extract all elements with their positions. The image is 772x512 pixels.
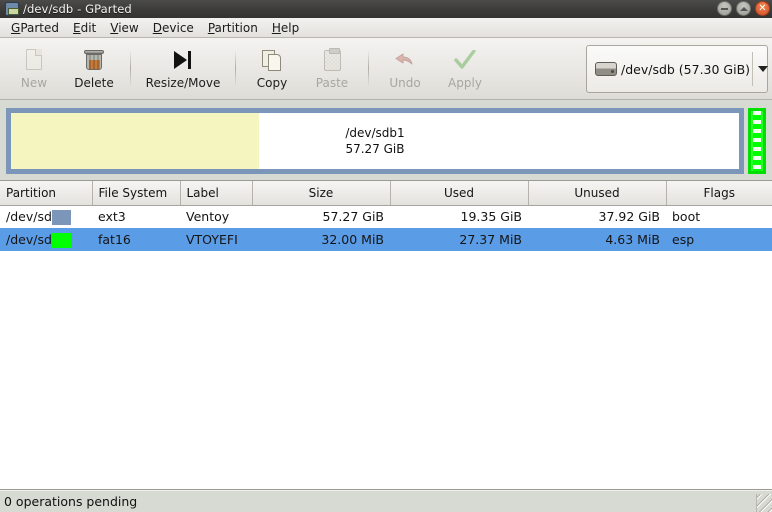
- maximize-icon: [739, 6, 748, 11]
- menu-device[interactable]: Device: [146, 19, 201, 37]
- minimize-button[interactable]: [717, 1, 732, 16]
- column-header-used[interactable]: Used: [390, 181, 529, 206]
- cell-size: 57.27 GiB: [322, 209, 385, 225]
- menu-bar: GParted Edit View Device Partition Help: [0, 18, 772, 38]
- undo-button[interactable]: Undo: [375, 40, 435, 97]
- paste-clipboard-icon: [319, 47, 345, 73]
- cell-filesystem: fat16: [92, 228, 180, 251]
- partition-graphic: /dev/sdb1 57.27 GiB: [0, 100, 772, 180]
- partition-graphic-sdb2[interactable]: [748, 108, 766, 174]
- apply-button-label: Apply: [448, 76, 482, 90]
- column-header-unused[interactable]: Unused: [528, 181, 667, 206]
- partition-graphic-size: 57.27 GiB: [345, 142, 405, 156]
- resize-move-button-label: Resize/Move: [145, 76, 221, 90]
- menu-edit[interactable]: Edit: [66, 19, 103, 37]
- cell-filesystem: ext3: [98, 209, 126, 225]
- undo-button-label: Undo: [389, 76, 421, 90]
- toolbar-separator-3: [368, 50, 369, 87]
- filesystem-color-swatch: [52, 232, 71, 248]
- copy-button-label: Copy: [256, 76, 288, 90]
- partition-graphic-name: /dev/sdb1: [345, 125, 405, 140]
- toolbar: New Delete Resize/Move Copy Paste Undo A…: [0, 38, 772, 100]
- resize-move-button[interactable]: Resize/Move: [137, 40, 229, 97]
- status-text: 0 operations pending: [4, 494, 138, 509]
- paste-button-label: Paste: [315, 76, 349, 90]
- cell-flags: esp: [666, 228, 772, 251]
- apply-button[interactable]: Apply: [435, 40, 495, 97]
- window-resize-grip[interactable]: [756, 494, 772, 512]
- window-title: /dev/sdb - GParted: [23, 2, 132, 16]
- partition-graphic-sdb1[interactable]: /dev/sdb1 57.27 GiB: [6, 108, 744, 174]
- cell-color-swatch: [46, 205, 92, 228]
- toolbar-separator-1: [130, 50, 131, 87]
- column-header-filesystem[interactable]: File System: [92, 181, 181, 206]
- copy-icon: [259, 47, 285, 73]
- title-bar[interactable]: /dev/sdb - GParted ✕: [0, 0, 772, 18]
- table-header-row: Partition File System Label Size Used Un…: [0, 181, 772, 206]
- window-controls: ✕: [717, 1, 770, 16]
- menu-gparted[interactable]: GParted: [4, 19, 66, 37]
- column-header-label[interactable]: Label: [180, 181, 253, 206]
- trash-icon: [81, 47, 107, 73]
- cell-unused: 37.92 GiB: [598, 209, 661, 225]
- cell-color-swatch: [46, 228, 92, 251]
- close-button[interactable]: ✕: [755, 1, 770, 16]
- used-space-fill: [11, 113, 259, 169]
- new-button[interactable]: New: [4, 40, 64, 97]
- device-selector[interactable]: /dev/sdb (57.30 GiB): [586, 45, 769, 93]
- cell-label: VTOYEFI: [180, 228, 252, 251]
- resize-move-icon: [170, 47, 196, 73]
- cell-unused: 4.63 MiB: [528, 228, 666, 251]
- partition-table: Partition File System Label Size Used Un…: [0, 181, 772, 251]
- gparted-window: /dev/sdb - GParted ✕ GParted Edit View D…: [0, 0, 772, 512]
- cell-partition: /dev/sdb2: [0, 228, 68, 251]
- delete-button-label: Delete: [74, 76, 114, 90]
- cell-flags: boot: [672, 209, 701, 225]
- partition-table-body: /dev/sdb1 ext3 Ventoy 57.27 GiB 19.35 Gi…: [0, 205, 772, 251]
- delete-button[interactable]: Delete: [64, 40, 124, 97]
- copy-button[interactable]: Copy: [242, 40, 302, 97]
- apply-check-icon: [452, 47, 478, 73]
- minimize-icon: [721, 7, 728, 10]
- menu-partition[interactable]: Partition: [201, 19, 265, 37]
- filesystem-color-swatch: [52, 209, 71, 225]
- menu-help[interactable]: Help: [265, 19, 306, 37]
- column-header-size[interactable]: Size: [252, 181, 391, 206]
- new-button-label: New: [20, 76, 48, 90]
- chevron-down-icon[interactable]: [758, 66, 769, 72]
- cell-used: 27.37 MiB: [390, 228, 528, 251]
- cell-partition: /dev/sdb1: [6, 209, 68, 225]
- partition-graphic-caption: /dev/sdb1 57.27 GiB: [345, 125, 404, 157]
- new-document-icon: [21, 47, 47, 73]
- cell-label: Ventoy: [186, 209, 230, 225]
- menu-view[interactable]: View: [103, 19, 145, 37]
- partition-table-container: Partition File System Label Size Used Un…: [0, 180, 772, 490]
- column-header-partition[interactable]: Partition: [0, 181, 93, 206]
- device-selector-separator: [752, 52, 754, 86]
- toolbar-separator-2: [235, 50, 236, 87]
- gparted-icon: [5, 2, 19, 16]
- partition-table-header: Partition File System Label Size Used Un…: [0, 181, 772, 206]
- table-row[interactable]: /dev/sdb2 fat16 VTOYEFI 32.00 MiB 27.37 …: [0, 228, 772, 251]
- used-space-hatch: [753, 111, 761, 171]
- maximize-button[interactable]: [736, 1, 751, 16]
- status-bar: 0 operations pending: [0, 490, 772, 512]
- cell-used: 19.35 GiB: [460, 209, 523, 225]
- cell-size: 32.00 MiB: [252, 228, 390, 251]
- table-row[interactable]: /dev/sdb1 ext3 Ventoy 57.27 GiB 19.35 Gi…: [0, 205, 772, 228]
- column-header-flags[interactable]: Flags: [666, 181, 772, 206]
- paste-button[interactable]: Paste: [302, 40, 362, 97]
- device-selector-value: /dev/sdb (57.30 GiB): [621, 61, 751, 77]
- undo-arrow-icon: [392, 47, 418, 73]
- hard-disk-icon: [595, 62, 617, 76]
